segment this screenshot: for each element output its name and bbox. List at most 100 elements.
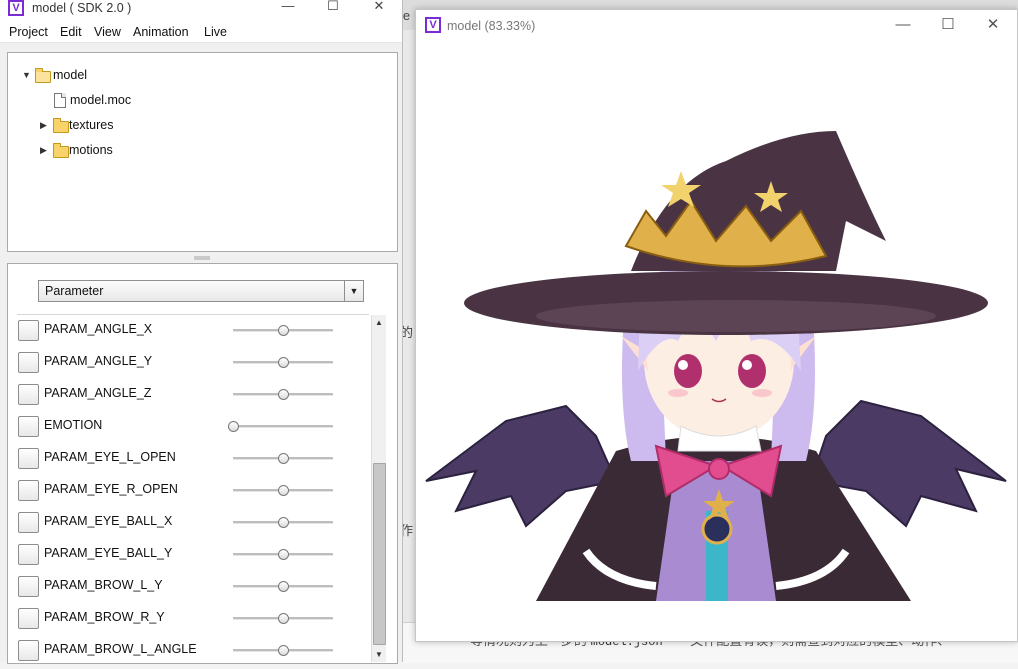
window-title: model ( SDK 2.0 ): [32, 1, 132, 15]
menu-view[interactable]: View: [94, 24, 121, 40]
maximize-button[interactable]: ☐: [936, 16, 960, 34]
eye-left: [674, 354, 702, 388]
chevron-down-icon[interactable]: ▼: [344, 281, 363, 301]
folder-open-icon: [35, 68, 51, 83]
parameter-name: EMOTION: [44, 418, 103, 432]
slider-knob[interactable]: [278, 645, 289, 656]
maximize-button[interactable]: ☐: [318, 0, 348, 14]
tree-item-label: model.moc: [70, 93, 132, 107]
slider-knob[interactable]: [278, 325, 289, 336]
menu-project[interactable]: Project: [9, 24, 48, 40]
parameter-slider[interactable]: [233, 645, 333, 656]
tree-item-label: textures: [69, 118, 114, 132]
parameter-slider[interactable]: [233, 453, 333, 464]
panel-splitter[interactable]: [194, 256, 210, 260]
model-canvas[interactable]: [416, 41, 1017, 641]
menu-live[interactable]: Live: [204, 24, 227, 40]
slider-knob[interactable]: [278, 517, 289, 528]
parameter-name: PARAM_BROW_L_Y: [44, 578, 163, 592]
scroll-up-arrow-icon[interactable]: ▲: [372, 315, 386, 330]
tree-item-label: motions: [69, 143, 113, 157]
tree-item-label: model: [53, 68, 88, 82]
parameter-slider[interactable]: [228, 421, 333, 432]
tree-item-model[interactable]: ▼ model: [22, 65, 222, 85]
model-titlebar: V model (83.33%) — ☐ ✕: [416, 10, 1017, 40]
parameter-name: PARAM_ANGLE_Z: [44, 386, 152, 400]
minimize-button[interactable]: —: [273, 0, 303, 14]
parameter-row: PARAM_ANGLE_Z: [18, 381, 358, 413]
parameter-name: PARAM_EYE_BALL_Y: [44, 546, 173, 560]
slider-knob[interactable]: [278, 485, 289, 496]
collapsed-arrow-icon[interactable]: ▶: [40, 115, 47, 135]
slider-knob[interactable]: [278, 453, 289, 464]
parameter-toggle-button[interactable]: [18, 608, 39, 629]
menu-bar: Project Edit View Animation Live: [0, 22, 402, 43]
parameter-toggle-button[interactable]: [18, 640, 39, 661]
slider-knob[interactable]: [278, 357, 289, 368]
minimize-button[interactable]: —: [891, 16, 915, 34]
parameter-slider[interactable]: [233, 389, 333, 400]
parameter-slider[interactable]: [233, 325, 333, 336]
dropdown-value: Parameter: [45, 284, 104, 298]
parameter-row: PARAM_BROW_R_Y: [18, 605, 358, 637]
parameter-toggle-button[interactable]: [18, 320, 39, 341]
parameter-row: PARAM_ANGLE_Y: [18, 349, 358, 381]
collapsed-arrow-icon[interactable]: ▶: [40, 140, 47, 160]
model-window-title: model (83.33%): [447, 19, 536, 33]
folder-icon: [53, 118, 69, 133]
parameter-toggle-button[interactable]: [18, 384, 39, 405]
tree-item-motions[interactable]: ▶ motions: [40, 140, 240, 160]
tree-item-model-moc[interactable]: model.moc: [54, 90, 254, 110]
parameter-toggle-button[interactable]: [18, 416, 39, 437]
parameter-name: PARAM_BROW_R_Y: [44, 610, 165, 624]
parameter-toggle-button[interactable]: [18, 352, 39, 373]
parameter-slider[interactable]: [233, 517, 333, 528]
menu-animation[interactable]: Animation: [133, 24, 189, 40]
parameter-slider[interactable]: [233, 549, 333, 560]
slider-knob[interactable]: [228, 421, 239, 432]
parameter-toggle-button[interactable]: [18, 576, 39, 597]
close-button[interactable]: ✕: [981, 16, 1005, 34]
parameter-name: PARAM_BROW_L_ANGLE: [44, 642, 197, 656]
slider-knob[interactable]: [278, 581, 289, 592]
file-icon: [54, 93, 66, 108]
app-icon: V: [8, 0, 24, 16]
eye-right: [738, 354, 766, 388]
close-button[interactable]: ✕: [364, 0, 394, 14]
parameter-row: EMOTION: [18, 413, 358, 445]
parameter-toggle-button[interactable]: [18, 544, 39, 565]
parameter-slider[interactable]: [233, 581, 333, 592]
parameter-slider[interactable]: [233, 485, 333, 496]
scroll-thumb[interactable]: [373, 463, 386, 645]
parameter-row: PARAM_EYE_L_OPEN: [18, 445, 358, 477]
parameter-row: PARAM_EYE_R_OPEN: [18, 477, 358, 509]
parameter-slider[interactable]: [233, 357, 333, 368]
parameter-toggle-button[interactable]: [18, 512, 39, 533]
sdk-titlebar: V model ( SDK 2.0 ) — ☐ ✕: [0, 0, 402, 22]
parameter-row: PARAM_EYE_BALL_Y: [18, 541, 358, 573]
parameter-scrollbar[interactable]: ▲ ▼: [371, 315, 386, 662]
tree-item-textures[interactable]: ▶ textures: [40, 115, 240, 135]
sdk-window: V model ( SDK 2.0 ) — ☐ ✕ Project Edit V…: [0, 0, 403, 664]
app-icon: V: [425, 17, 441, 33]
project-tree: ▼ model model.moc ▶ textures ▶ motions: [7, 52, 398, 252]
menu-edit[interactable]: Edit: [60, 24, 82, 40]
character-illustration: [425, 131, 1007, 601]
parameter-dropdown[interactable]: Parameter ▼: [38, 280, 364, 302]
parameter-row: PARAM_BROW_L_ANGLE: [18, 637, 358, 669]
folder-icon: [53, 143, 69, 158]
parameter-toggle-button[interactable]: [18, 480, 39, 501]
brooch: [701, 513, 733, 545]
parameter-row: PARAM_ANGLE_X: [18, 317, 358, 349]
parameter-slider[interactable]: [233, 613, 333, 624]
parameter-name: PARAM_EYE_BALL_X: [44, 514, 173, 528]
slider-knob[interactable]: [278, 613, 289, 624]
parameter-name: PARAM_ANGLE_X: [44, 322, 153, 336]
expanded-arrow-icon[interactable]: ▼: [22, 65, 31, 85]
model-preview-window: V model (83.33%) — ☐ ✕: [415, 9, 1018, 642]
scroll-down-arrow-icon[interactable]: ▼: [372, 647, 386, 662]
slider-knob[interactable]: [278, 549, 289, 560]
slider-knob[interactable]: [278, 389, 289, 400]
parameter-toggle-button[interactable]: [18, 448, 39, 469]
parameter-row: PARAM_EYE_BALL_X: [18, 509, 358, 541]
